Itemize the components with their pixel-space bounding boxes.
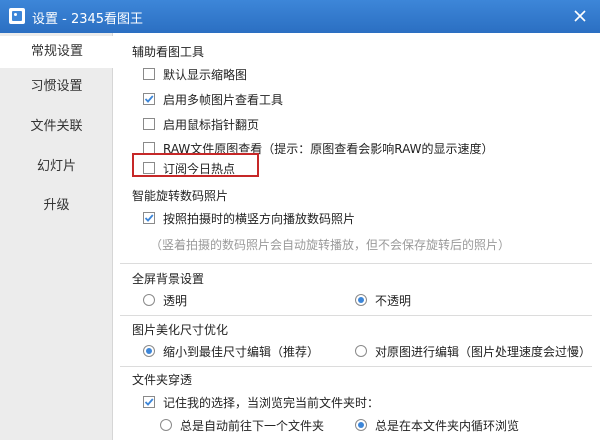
checkbox-checked[interactable] [143, 396, 155, 408]
section-title-folder: 文件夹穿透 [132, 373, 193, 387]
settings-sidebar: 常规设置 习惯设置 文件关联 幻灯片 升级 [0, 33, 114, 440]
sidebar-item-habits[interactable]: 习惯设置 [0, 71, 113, 103]
image-viewer-icon [9, 8, 25, 24]
sidebar-item-slideshow[interactable]: 幻灯片 [0, 151, 113, 183]
divider [120, 315, 592, 316]
option-label: 记住我的选择，当浏览完当前文件夹时： [163, 396, 380, 410]
close-icon [574, 10, 586, 22]
checkbox-checked[interactable] [143, 93, 155, 105]
checkmark-icon [144, 95, 154, 103]
section-title-viewer-tools: 辅助看图工具 [132, 45, 205, 59]
radio-button-selected[interactable] [355, 294, 367, 306]
option-label: 启用多帧图片查看工具 [163, 93, 284, 107]
option-label: 不透明 [375, 294, 412, 308]
radio-button-selected[interactable] [355, 419, 367, 431]
checkbox[interactable] [143, 118, 155, 130]
option-label: 总是自动前往下一个文件夹 [180, 419, 325, 433]
sidebar-item-general[interactable]: 常规设置 [0, 36, 114, 68]
radio-button[interactable] [355, 345, 367, 357]
section-title-rotate: 智能旋转数码照片 [132, 189, 229, 203]
option-label: 对原图进行编辑（图片处理速度会过慢） [375, 345, 592, 359]
sidebar-item-file-association[interactable]: 文件关联 [0, 111, 113, 143]
option-label: 按照拍摄时的横竖方向播放数码照片 [163, 212, 356, 226]
window-title: 设置 - 2345看图王 [32, 12, 144, 27]
highlight-box [132, 153, 259, 177]
checkbox[interactable] [143, 68, 155, 80]
radio-button-selected[interactable] [143, 345, 155, 357]
radio-button[interactable] [143, 294, 155, 306]
divider [120, 263, 592, 264]
option-label: 启用鼠标指针翻页 [163, 118, 260, 132]
rotate-hint: （竖着拍摄的数码照片会自动旋转播放，但不会保存旋转后的照片） [150, 238, 511, 252]
radio-button[interactable] [160, 419, 172, 431]
option-label: 缩小到最佳尺寸编辑（推荐） [163, 345, 320, 359]
checkbox-checked[interactable] [143, 212, 155, 224]
option-label: 总是在本文件夹内循环浏览 [375, 419, 520, 433]
sidebar-item-upgrade[interactable]: 升级 [0, 190, 113, 222]
option-label: 透明 [163, 294, 188, 308]
section-title-fullscreen: 全屏背景设置 [132, 272, 205, 286]
title-bar: 设置 - 2345看图王 [0, 0, 600, 33]
close-button[interactable] [570, 6, 590, 26]
divider [120, 366, 592, 367]
checkmark-icon [144, 398, 154, 406]
option-label: 默认显示缩略图 [163, 68, 248, 82]
checkmark-icon [144, 214, 154, 222]
section-title-resize: 图片美化尺寸优化 [132, 323, 229, 337]
